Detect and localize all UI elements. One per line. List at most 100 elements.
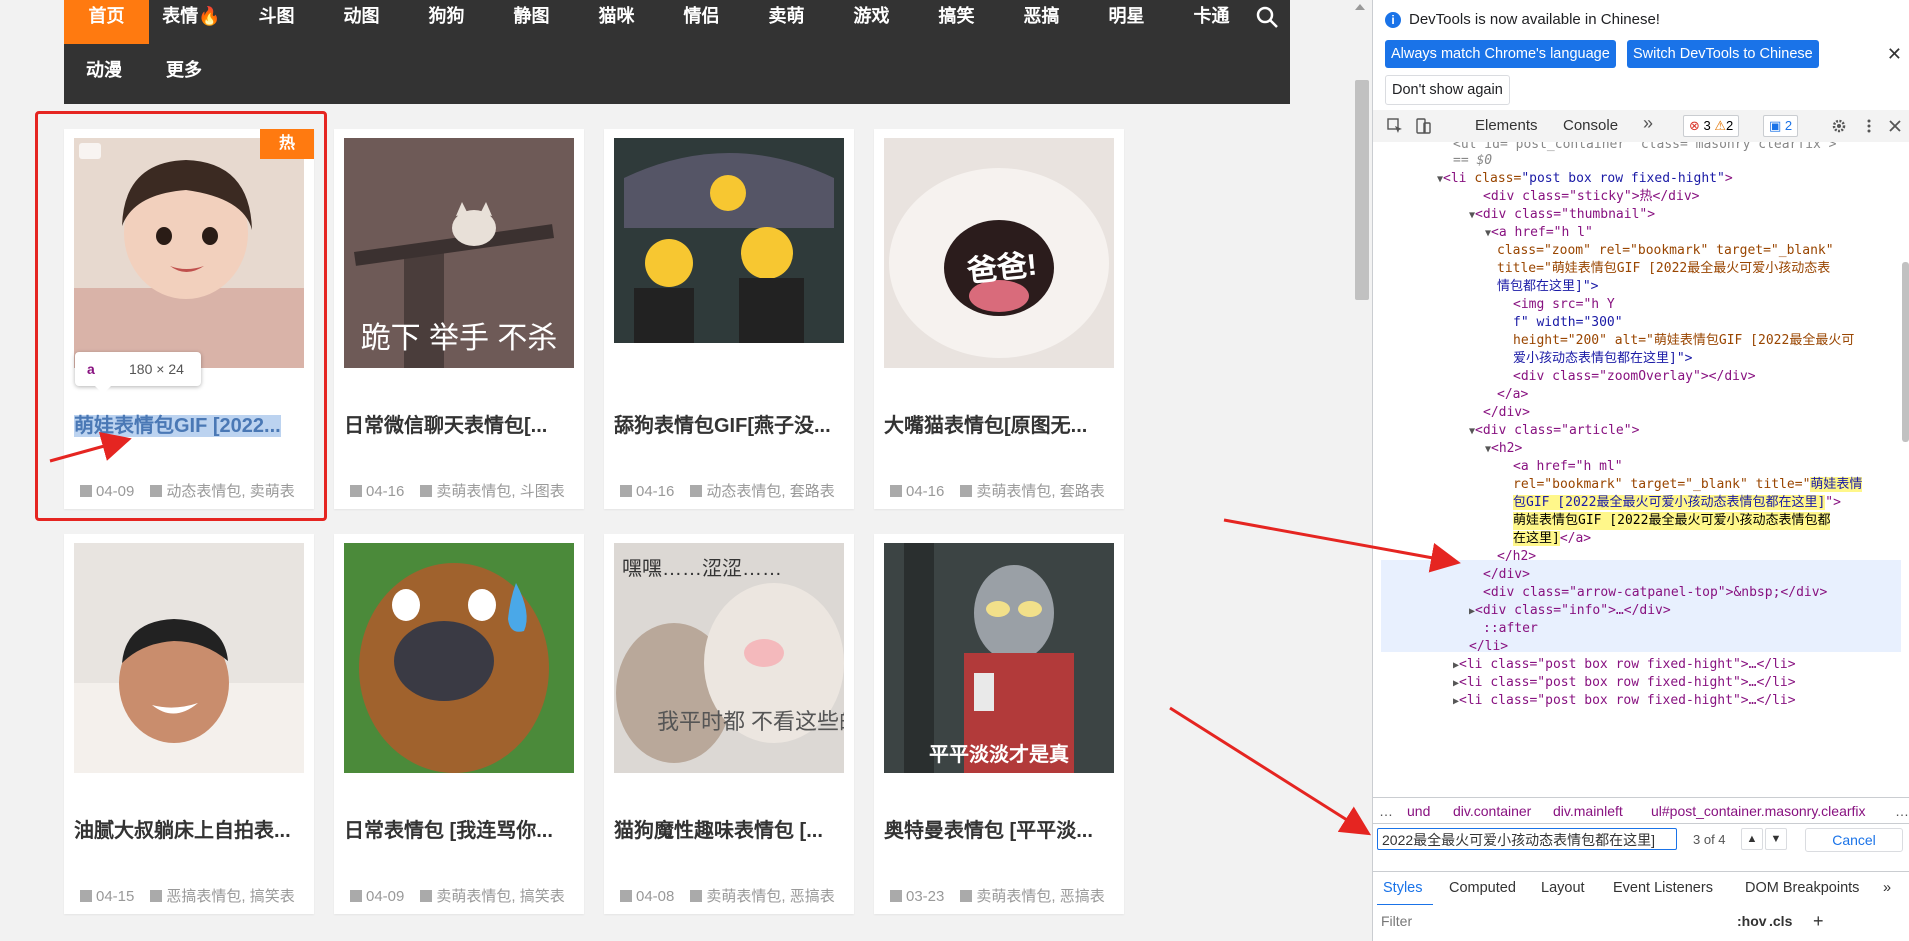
dom-line[interactable]: ▼<h2>	[1485, 440, 1522, 458]
search-cancel-button[interactable]: Cancel	[1805, 828, 1903, 852]
nav-item-static[interactable]: 静图	[489, 0, 574, 44]
post-meta: 04-15 恶搞表情包, 搞笑表	[80, 885, 310, 906]
post-card[interactable]: 爸爸! 大嘴猫表情包[原图无... 04-16 卖萌表情包, 套路表	[874, 129, 1124, 509]
dom-line[interactable]: ▶<li class="post box row fixed-hight">…<…	[1453, 692, 1796, 710]
dom-line[interactable]: <div class="zoomOverlay"></div>	[1513, 368, 1756, 386]
devtools-tabbar: Elements Console » ⊗ 3 ⚠2 ▣ 2	[1373, 110, 1909, 143]
post-thumbnail[interactable]	[344, 543, 574, 773]
nav-item-funny[interactable]: 搞笑	[914, 0, 999, 44]
post-card[interactable]: 嘿嘿……涩涩…… 我平时都 不看这些的 猫狗魔性趣味表情包 [... 04-08…	[604, 534, 854, 914]
breadcrumb-item[interactable]: ul#post_container.masonry.clearfix	[1651, 798, 1866, 824]
nav-item-anime[interactable]: 动漫	[64, 54, 144, 98]
close-icon[interactable]: ✕	[1887, 44, 1902, 65]
post-title-link[interactable]: 奥特曼表情包 [平平淡...	[884, 814, 1118, 843]
search-prev-icon[interactable]: ▲	[1741, 828, 1763, 850]
tab-computed[interactable]: Computed	[1449, 880, 1516, 896]
dom-line[interactable]: <div class="arrow-catpanel-top">&nbsp;</…	[1483, 584, 1827, 602]
nav-item-emoji[interactable]: 表情🔥	[149, 0, 234, 44]
messages-counter[interactable]: ▣ 2	[1763, 115, 1799, 137]
nav-item-game[interactable]: 游戏	[829, 0, 914, 44]
post-title-link[interactable]: 日常表情包 [我连骂你...	[344, 814, 578, 843]
dom-scrollbar[interactable]	[1900, 142, 1909, 662]
nav-item-doutu[interactable]: 斗图	[234, 0, 319, 44]
tab-dom-breakpoints[interactable]: DOM Breakpoints	[1745, 880, 1859, 896]
nav-item-star[interactable]: 明星	[1084, 0, 1169, 44]
dom-line[interactable]: </h2>	[1497, 548, 1536, 566]
nav-item-cat[interactable]: 猫咪	[574, 0, 659, 44]
post-thumbnail[interactable]	[614, 138, 844, 368]
post-card[interactable]: 日常表情包 [我连骂你... 04-09 卖萌表情包, 搞笑表	[334, 534, 584, 914]
search-icon[interactable]	[1254, 4, 1280, 30]
more-tabs-icon[interactable]: »	[1643, 113, 1653, 134]
hov-toggle[interactable]: :hov	[1737, 913, 1767, 929]
tab-elements[interactable]: Elements	[1475, 117, 1538, 134]
styles-filter-input[interactable]: Filter	[1381, 913, 1412, 929]
dom-line[interactable]: </li>	[1469, 638, 1508, 656]
page-scrollbar[interactable]	[1351, 0, 1372, 941]
post-title-link[interactable]: 猫狗魔性趣味表情包 [...	[614, 814, 848, 843]
post-title-link[interactable]: 大嘴猫表情包[原图无...	[884, 409, 1118, 438]
dom-line[interactable]: </a>	[1497, 386, 1528, 404]
dom-line[interactable]: </div>	[1483, 404, 1530, 422]
dom-line[interactable]: ▼<a href="h l"	[1485, 224, 1593, 242]
issues-counter[interactable]: ⊗ 3 ⚠2	[1683, 115, 1740, 137]
dont-show-again-button[interactable]: Don't show again	[1385, 75, 1510, 105]
nav-item-couple[interactable]: 情侣	[659, 0, 744, 44]
dom-scroll-thumb[interactable]	[1902, 262, 1909, 442]
search-next-icon[interactable]: ▼	[1765, 828, 1787, 850]
post-thumbnail[interactable]: 跪下 举手 不杀	[344, 138, 574, 368]
post-card[interactable]: 油腻大叔躺床上自拍表... 04-15 恶搞表情包, 搞笑表	[64, 534, 314, 914]
nav-item-dog[interactable]: 狗狗	[404, 0, 489, 44]
device-toggle-icon[interactable]	[1415, 118, 1431, 134]
post-card[interactable]: 平平淡淡才是真 奥特曼表情包 [平平淡... 03-23 卖萌表情包, 恶搞表	[874, 534, 1124, 914]
dom-line[interactable]: ▼<div class="thumbnail">	[1469, 206, 1655, 224]
post-title-link[interactable]: 日常微信聊天表情包[...	[344, 409, 578, 438]
dom-line[interactable]: </div>	[1483, 566, 1530, 584]
nav-item-gif[interactable]: 动图	[319, 0, 404, 44]
post-thumbnail[interactable]: 爸爸!	[884, 138, 1114, 368]
breadcrumb-item[interactable]: div.container	[1453, 798, 1531, 824]
dom-line[interactable]: <img src="h Y	[1513, 296, 1615, 314]
dom-line[interactable]: ▶<div class="info">…</div>	[1469, 602, 1671, 620]
close-devtools-icon[interactable]	[1887, 118, 1903, 134]
breadcrumb-overflow[interactable]: …	[1895, 798, 1909, 824]
post-title-link[interactable]: 舔狗表情包GIF[燕子没...	[614, 409, 848, 438]
post-title-link[interactable]: 油腻大叔躺床上自拍表...	[74, 814, 308, 843]
dom-line[interactable]: <div class="sticky">热</div>	[1483, 188, 1700, 206]
gear-icon[interactable]	[1831, 118, 1847, 134]
dom-line[interactable]: ▼<li class="post box row fixed-hight">	[1437, 170, 1733, 188]
inspect-element-icon[interactable]	[1387, 118, 1403, 134]
tab-layout[interactable]: Layout	[1541, 880, 1585, 896]
breadcrumb-item[interactable]: div.mainleft	[1553, 798, 1623, 824]
info-icon: i	[1385, 12, 1401, 28]
post-card[interactable]: 舔狗表情包GIF[燕子没... 04-16 动态表情包, 套路表	[604, 129, 854, 509]
post-thumbnail[interactable]: 嘿嘿……涩涩…… 我平时都 不看这些的	[614, 543, 844, 773]
tab-event-listeners[interactable]: Event Listeners	[1613, 880, 1713, 896]
breadcrumb-overflow[interactable]: …	[1379, 798, 1393, 824]
dom-search-input[interactable]: 2022最全最火可爱小孩动态表情包都在这里]	[1377, 828, 1677, 850]
kebab-menu-icon[interactable]	[1861, 118, 1877, 134]
nav-item-cute[interactable]: 卖萌	[744, 0, 829, 44]
cls-toggle[interactable]: .cls	[1769, 913, 1792, 929]
post-thumbnail[interactable]	[74, 543, 304, 773]
dom-line[interactable]: ▼<div class="article">	[1469, 422, 1639, 440]
post-card[interactable]: 跪下 举手 不杀 日常微信聊天表情包[... 04-16 卖萌表情包, 斗图表	[334, 129, 584, 509]
new-style-rule-icon[interactable]: +	[1813, 911, 1824, 932]
always-match-language-button[interactable]: Always match Chrome's language	[1385, 40, 1616, 68]
dom-line[interactable]: ▶<li class="post box row fixed-hight">…<…	[1453, 674, 1796, 692]
dom-line[interactable]: ::after	[1483, 620, 1538, 638]
breadcrumb-item[interactable]: und	[1407, 798, 1430, 824]
post-thumbnail[interactable]: 平平淡淡才是真	[884, 543, 1114, 773]
scroll-thumb[interactable]	[1355, 80, 1369, 300]
switch-to-chinese-button[interactable]: Switch DevTools to Chinese	[1627, 40, 1819, 68]
dom-line[interactable]: ▶<li class="post box row fixed-hight">…<…	[1453, 656, 1796, 674]
scroll-up-arrow-icon[interactable]	[1355, 4, 1365, 10]
nav-item-home[interactable]: 首页	[64, 0, 149, 44]
nav-item-spoof[interactable]: 恶搞	[999, 0, 1084, 44]
tab-console[interactable]: Console	[1563, 117, 1618, 134]
nav-item-more[interactable]: 更多	[144, 54, 224, 98]
more-panels-icon[interactable]: »	[1883, 880, 1891, 896]
dom-line[interactable]: <a href="h ml"	[1513, 458, 1623, 476]
tab-styles[interactable]: Styles	[1383, 880, 1423, 896]
nav-item-cartoon[interactable]: 卡通	[1169, 0, 1254, 44]
